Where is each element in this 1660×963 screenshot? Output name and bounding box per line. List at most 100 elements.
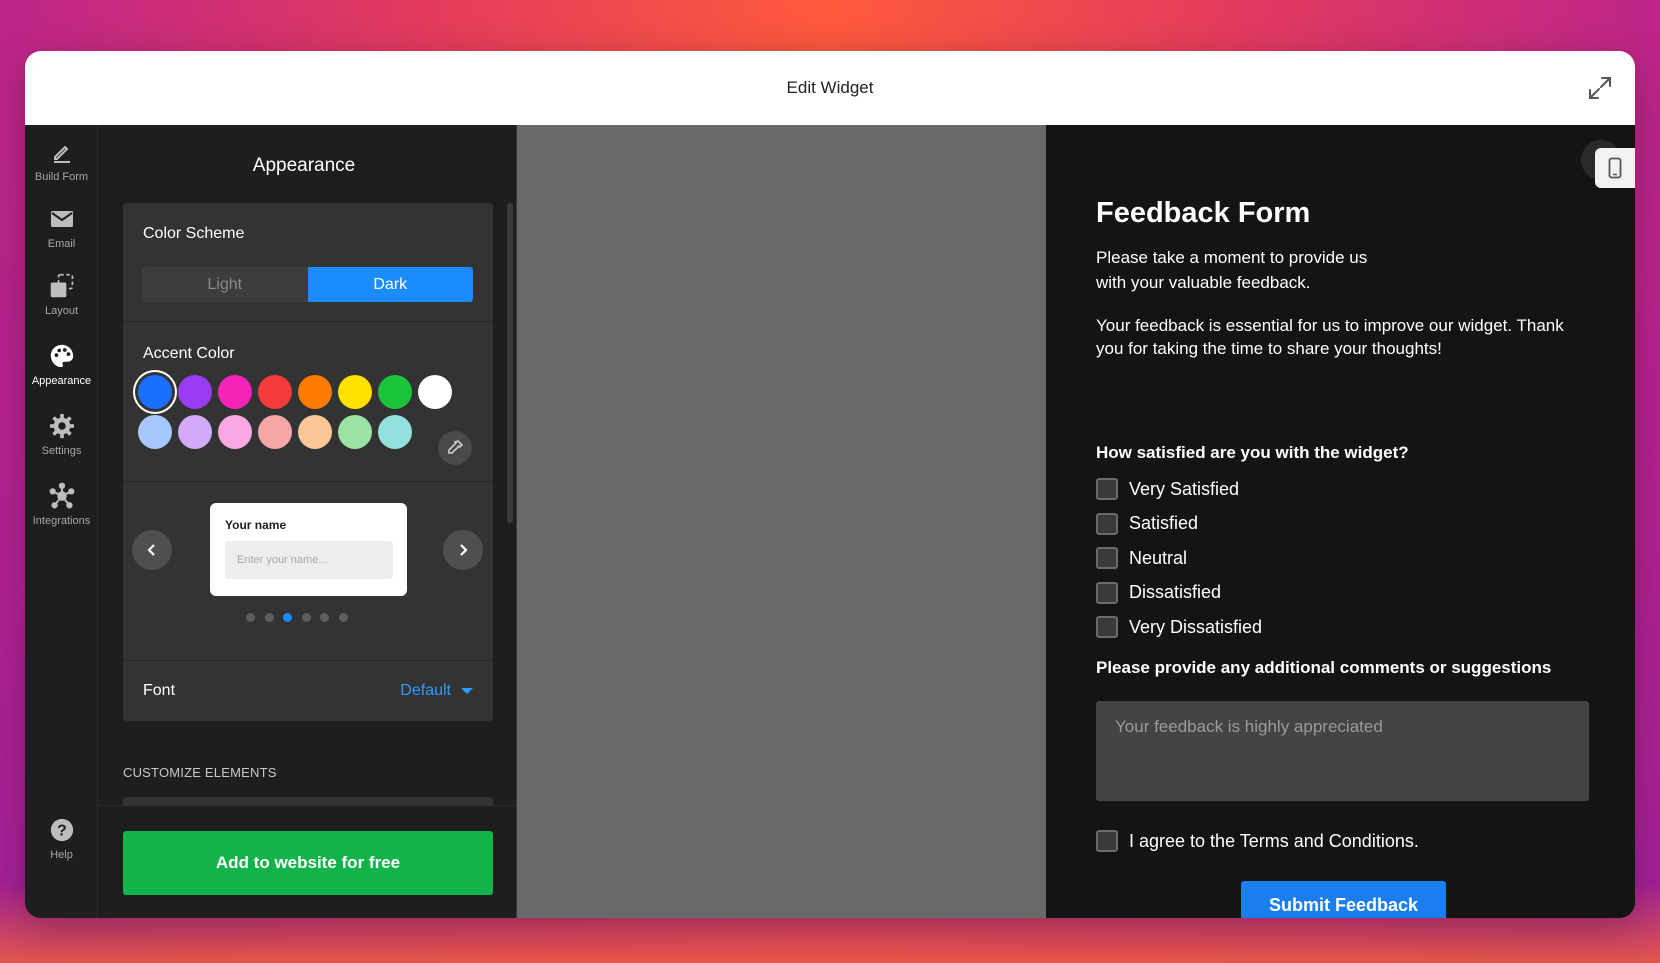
accent-swatch[interactable] (298, 375, 332, 409)
caret-down-icon (461, 688, 473, 694)
mobile-device-icon (1608, 157, 1622, 179)
color-scheme-light-option[interactable]: Light (142, 267, 308, 302)
edit-widget-window: Edit Widget Build Form Email Layout Appe… (25, 51, 1635, 918)
carousel-dot[interactable] (246, 613, 255, 622)
help-icon: ? (49, 817, 75, 843)
accent-swatch[interactable] (378, 375, 412, 409)
color-scheme-label: Color Scheme (143, 225, 245, 242)
carousel-dot[interactable] (264, 613, 274, 622)
layout-icon (49, 273, 75, 299)
gear-icon (49, 413, 75, 439)
accent-swatch[interactable] (178, 375, 212, 409)
accent-swatch-light[interactable] (298, 415, 332, 449)
nav-label-email: Email (47, 238, 76, 250)
submit-feedback-button[interactable]: Submit Feedback (1241, 881, 1446, 918)
carousel-dot[interactable] (320, 613, 330, 622)
preview-field-input: Enter your name... (225, 541, 393, 579)
accent-swatch[interactable] (418, 375, 452, 409)
accent-swatch-light[interactable] (178, 415, 212, 449)
font-select-value: Default (400, 682, 451, 699)
expand-icon[interactable] (1587, 75, 1613, 101)
panel-title: Appearance (252, 155, 356, 176)
accent-swatch[interactable] (338, 375, 372, 409)
preview-canvas (517, 125, 1046, 918)
left-nav: Build Form Email Layout Appearance Setti… (25, 125, 98, 918)
form-intro: Please take a moment to provide us with … (1096, 248, 1368, 292)
nav-label-help: Help (50, 849, 73, 861)
satisfaction-option[interactable]: Neutral (1096, 546, 1187, 570)
nav-label-integrations: Integrations (32, 515, 91, 527)
satisfaction-option[interactable]: Very Dissatisfied (1096, 615, 1262, 639)
nav-item-layout[interactable]: Layout (25, 273, 98, 335)
option-label: Very Satisfied (1129, 478, 1240, 499)
carousel-dot[interactable] (301, 613, 311, 622)
comments-question: Please provide any additional comments o… (1096, 658, 1552, 677)
nav-item-help[interactable]: ? Help (25, 817, 98, 879)
terms-checkbox-row[interactable]: I agree to the Terms and Conditions. (1096, 829, 1419, 853)
accent-swatch-light[interactable] (378, 415, 412, 449)
divider (123, 321, 493, 322)
envelope-icon (49, 206, 75, 232)
option-label: Satisfied (1129, 513, 1199, 533)
accent-color-label: Accent Color (143, 345, 235, 362)
option-label: Very Dissatisfied (1129, 616, 1263, 637)
integrations-icon (49, 482, 75, 509)
field-style-preview[interactable]: Your name Enter your name... (210, 503, 407, 596)
appearance-card: Color Scheme Light Dark Accent Color You… (123, 203, 493, 721)
option-checkbox[interactable] (1096, 512, 1118, 535)
accent-swatch-light[interactable] (338, 415, 372, 449)
color-scheme-toggle: Light Dark (142, 267, 473, 302)
panel-footer: Add to website for free (99, 805, 517, 918)
terms-checkbox[interactable] (1096, 830, 1118, 852)
font-label: Font (143, 682, 176, 699)
carousel-dot[interactable] (283, 613, 293, 622)
nav-item-email[interactable]: Email (25, 206, 98, 268)
option-checkbox[interactable] (1096, 616, 1118, 638)
option-label: Neutral (1129, 547, 1188, 568)
pencil-icon (49, 139, 75, 165)
carousel-next-button[interactable] (443, 530, 483, 570)
customize-elements-label: CUSTOMIZE ELEMENTS (123, 765, 277, 780)
divider (123, 481, 493, 482)
satisfaction-option[interactable]: Dissatisfied (1096, 581, 1221, 605)
nav-item-settings[interactable]: Settings (25, 413, 98, 475)
option-checkbox[interactable] (1096, 547, 1118, 569)
accent-swatch[interactable] (218, 375, 252, 409)
font-select[interactable]: Default (400, 682, 473, 700)
accent-swatch[interactable] (138, 375, 172, 409)
satisfaction-option[interactable]: Satisfied (1096, 512, 1198, 536)
eyedropper-button[interactable] (438, 431, 472, 465)
svg-text:?: ? (57, 823, 67, 840)
palette-icon (49, 343, 75, 369)
chevron-left-icon (147, 544, 155, 556)
nav-item-appearance[interactable]: Appearance (25, 343, 98, 405)
add-to-website-button[interactable]: Add to website for free (123, 831, 493, 895)
carousel-prev-button[interactable] (132, 530, 172, 570)
color-scheme-dark-option[interactable]: Dark (307, 267, 473, 302)
option-checkbox[interactable] (1096, 581, 1118, 604)
satisfaction-option[interactable]: Very Satisfied (1096, 477, 1239, 501)
mobile-preview-toggle[interactable] (1595, 148, 1635, 188)
nav-label-appearance: Appearance (31, 375, 92, 387)
option-label: Dissatisfied (1129, 582, 1222, 602)
accent-swatch-light[interactable] (258, 415, 292, 449)
nav-label-build-form: Build Form (34, 171, 89, 183)
eyedropper-icon (448, 440, 464, 454)
nav-label-layout: Layout (44, 305, 79, 317)
form-preview: Feedback Form Please take a moment to pr… (1046, 125, 1635, 918)
form-description: Your feedback is essential for us to imp… (1096, 316, 1564, 358)
comments-textarea[interactable]: Your feedback is highly appreciated (1096, 701, 1589, 801)
divider (123, 660, 493, 661)
form-title: Feedback Form (1096, 197, 1311, 229)
satisfaction-question: How satisfied are you with the widget? (1096, 443, 1409, 462)
carousel-dot[interactable] (339, 613, 348, 622)
accent-swatch-light[interactable] (218, 415, 252, 449)
appearance-panel: Appearance Color Scheme Light Dark Accen… (99, 125, 540, 918)
option-checkbox[interactable] (1096, 478, 1118, 500)
accent-swatch-light[interactable] (138, 415, 172, 449)
accent-swatch[interactable] (258, 375, 292, 409)
nav-item-integrations[interactable]: Integrations (25, 482, 98, 545)
panel-scrollbar[interactable] (507, 203, 513, 523)
nav-label-settings: Settings (41, 445, 82, 457)
nav-item-build-form[interactable]: Build Form (25, 139, 98, 201)
